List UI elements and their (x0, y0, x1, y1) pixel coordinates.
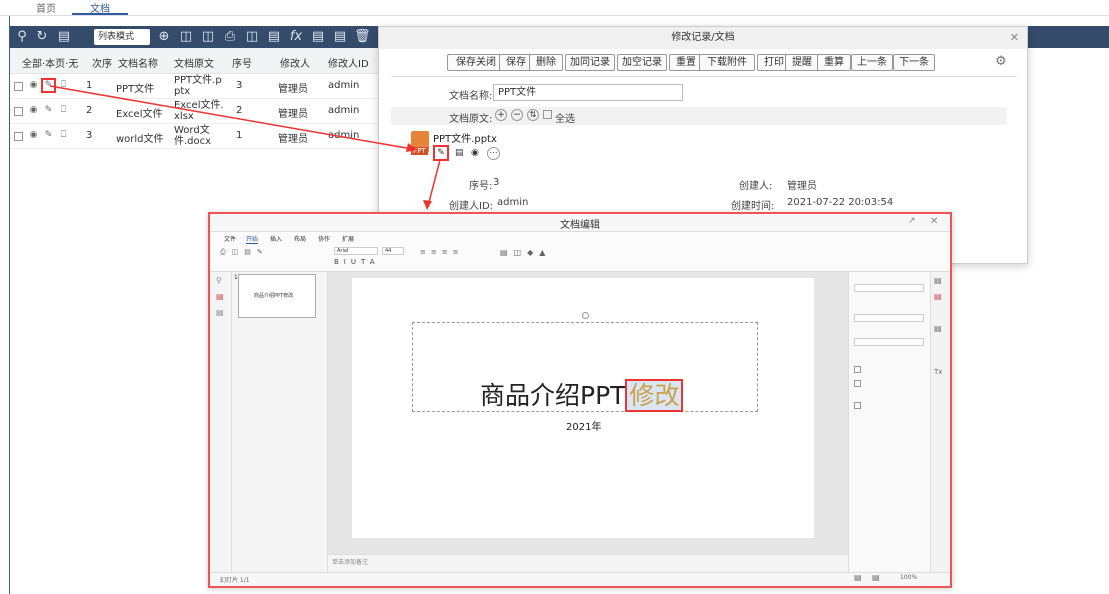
arrow-line (427, 159, 441, 207)
thumb-text: 商品介绍PPT修改 (254, 293, 294, 299)
fill-select[interactable] (854, 284, 924, 292)
slide-title-edit: 修改 (625, 379, 684, 412)
format-icons[interactable]: BIUTA (334, 258, 380, 266)
option-checkbox[interactable] (854, 380, 861, 387)
slide-subtitle[interactable]: 2021年 (566, 418, 601, 433)
close-icon[interactable]: ✕ (930, 216, 938, 227)
ribbon-tools-icon[interactable]: ⎙◫▤✎ (220, 248, 269, 257)
minimize-icon[interactable]: ↗ (908, 216, 916, 226)
document-editor-window: 文档编辑 ✕ ↗ 文件 开始 插入 布局 协作 扩展 Arial 44 ⎙◫▤✎… (208, 212, 952, 588)
notes-placeholder[interactable]: 单击添加备注 (332, 557, 368, 566)
left-rail (210, 272, 232, 572)
transition-select[interactable] (854, 338, 924, 346)
font-select[interactable]: Arial (334, 247, 378, 255)
slide-settings-icon[interactable]: ▤ (934, 276, 942, 285)
editor-title: 文档编辑 (560, 220, 600, 231)
slide-title-main: 商品介绍PPT (480, 381, 626, 410)
font-size-select[interactable]: 44 (382, 247, 404, 255)
menu-extend[interactable]: 扩展 (342, 234, 354, 243)
comment-icon[interactable]: ▤ (216, 292, 224, 301)
slide-count: 幻灯片 1/1 (220, 577, 250, 584)
menu-file[interactable]: 文件 (224, 234, 236, 243)
fit-icon[interactable]: ▤ (854, 573, 862, 582)
menu-collab[interactable]: 协作 (318, 234, 330, 243)
image-settings-icon[interactable]: ▤ (934, 324, 942, 333)
shape-settings-icon[interactable]: ▤ (934, 292, 942, 301)
status-bar (210, 572, 950, 586)
search-icon[interactable]: ⚲ (216, 276, 222, 285)
menu-home[interactable]: 开始 (246, 234, 259, 244)
rotate-handle[interactable] (582, 312, 589, 319)
arrow-head (423, 200, 432, 210)
right-rail (930, 272, 950, 572)
fit-width-icon[interactable]: ▤ (872, 573, 880, 582)
chat-icon[interactable]: ▤ (216, 308, 224, 317)
menu-layout[interactable]: 布局 (294, 234, 306, 243)
slide-title[interactable]: 商品介绍PPT 修改 (480, 376, 684, 412)
paragraph-icons[interactable]: ≡≡≡≡ (420, 248, 463, 256)
arrow-head (406, 143, 418, 152)
option-checkbox[interactable] (854, 402, 861, 409)
text-settings-icon[interactable]: Tx (934, 368, 942, 376)
layout-select[interactable] (854, 314, 924, 322)
menu-insert[interactable]: 插入 (270, 234, 282, 243)
zoom-level[interactable]: 100% (900, 574, 917, 581)
arrow-line (49, 85, 419, 151)
option-checkbox[interactable] (854, 366, 861, 373)
insert-icons[interactable]: ▤◫◆▲ (500, 248, 551, 257)
notes-bar (328, 554, 848, 572)
